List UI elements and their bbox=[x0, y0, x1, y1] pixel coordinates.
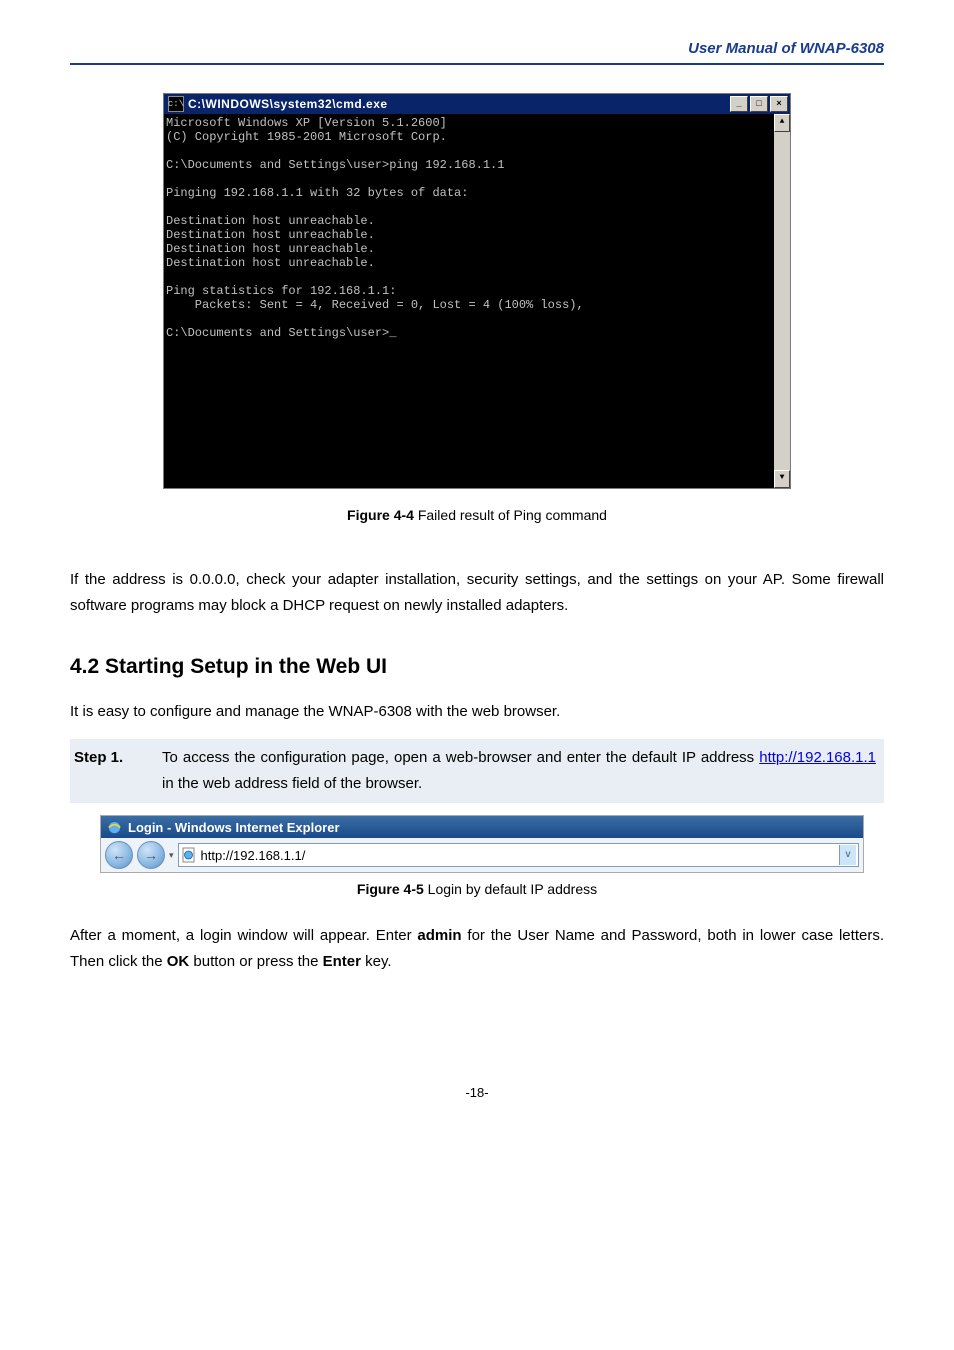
cmd-output: Microsoft Windows XP [Version 5.1.2600] … bbox=[164, 114, 774, 488]
cmd-titlebar: c:\ C:\WINDOWS\system32\cmd.exe _ □ × bbox=[164, 94, 790, 114]
figure-4-5-caption: Figure 4-5 Login by default IP address bbox=[70, 881, 884, 897]
step-1-url[interactable]: http://192.168.1.1 bbox=[759, 749, 876, 766]
close-button[interactable]: × bbox=[770, 96, 788, 112]
figure-4-4-caption: Figure 4-4 Failed result of Ping command bbox=[70, 507, 884, 523]
page-header: User Manual of WNAP-6308 bbox=[70, 40, 884, 65]
p3-mid2: button or press the bbox=[189, 953, 322, 970]
forward-arrow-icon: → bbox=[144, 847, 158, 863]
step-1-label: Step 1. bbox=[70, 745, 162, 797]
p3-ok: OK bbox=[167, 953, 190, 970]
scroll-up-icon[interactable]: ▲ bbox=[774, 114, 790, 132]
ie-window: Login - Windows Internet Explorer ← → ▾ … bbox=[100, 815, 864, 873]
figure-4-5-label: Figure 4-5 bbox=[357, 881, 424, 897]
figure-4-4-text: Failed result of Ping command bbox=[414, 507, 607, 523]
header-title: User Manual of WNAP-6308 bbox=[688, 40, 884, 57]
step-1-pre: To access the configuration page, open a… bbox=[162, 749, 759, 766]
ie-title-text: Login - Windows Internet Explorer bbox=[128, 820, 340, 835]
cmd-icon: c:\ bbox=[168, 96, 184, 112]
paragraph-3: After a moment, a login window will appe… bbox=[70, 923, 884, 975]
cmd-window: c:\ C:\WINDOWS\system32\cmd.exe _ □ × Mi… bbox=[163, 93, 791, 489]
back-button[interactable]: ← bbox=[105, 841, 133, 869]
paragraph-1: If the address is 0.0.0.0, check your ad… bbox=[70, 567, 884, 619]
step-1-post: in the web address field of the browser. bbox=[162, 775, 422, 792]
address-value: http://192.168.1.1/ bbox=[201, 848, 306, 863]
ie-titlebar: Login - Windows Internet Explorer bbox=[101, 816, 863, 838]
address-bar[interactable]: http://192.168.1.1/ v bbox=[178, 843, 859, 867]
p3-post: key. bbox=[361, 953, 392, 970]
back-arrow-icon: ← bbox=[112, 847, 126, 863]
paragraph-2: It is easy to configure and manage the W… bbox=[70, 699, 884, 725]
figure-4-5-text: Login by default IP address bbox=[424, 881, 597, 897]
scroll-down-icon[interactable]: ▼ bbox=[774, 470, 790, 488]
nav-dropdown-icon[interactable]: ▾ bbox=[169, 850, 174, 861]
scroll-track[interactable] bbox=[774, 132, 790, 470]
cmd-scrollbar[interactable]: ▲ ▼ bbox=[774, 114, 790, 488]
ie-logo-icon bbox=[107, 820, 122, 835]
p3-pre: After a moment, a login window will appe… bbox=[70, 927, 417, 944]
page-icon bbox=[181, 847, 197, 863]
figure-4-4-label: Figure 4-4 bbox=[347, 507, 414, 523]
maximize-button[interactable]: □ bbox=[750, 96, 768, 112]
section-4-2-title: 4.2 Starting Setup in the Web UI bbox=[70, 655, 884, 679]
address-dropdown-icon[interactable]: v bbox=[839, 845, 856, 865]
page-number: -18- bbox=[70, 1085, 884, 1130]
step-1-row: Step 1. To access the configuration page… bbox=[70, 739, 884, 803]
forward-button[interactable]: → bbox=[137, 841, 165, 869]
step-1-body: To access the configuration page, open a… bbox=[162, 745, 876, 797]
p3-enter: Enter bbox=[323, 953, 361, 970]
minimize-button[interactable]: _ bbox=[730, 96, 748, 112]
ie-toolbar: ← → ▾ http://192.168.1.1/ v bbox=[101, 838, 863, 872]
p3-admin: admin bbox=[417, 927, 461, 944]
cmd-title-text: C:\WINDOWS\system32\cmd.exe bbox=[188, 97, 728, 111]
